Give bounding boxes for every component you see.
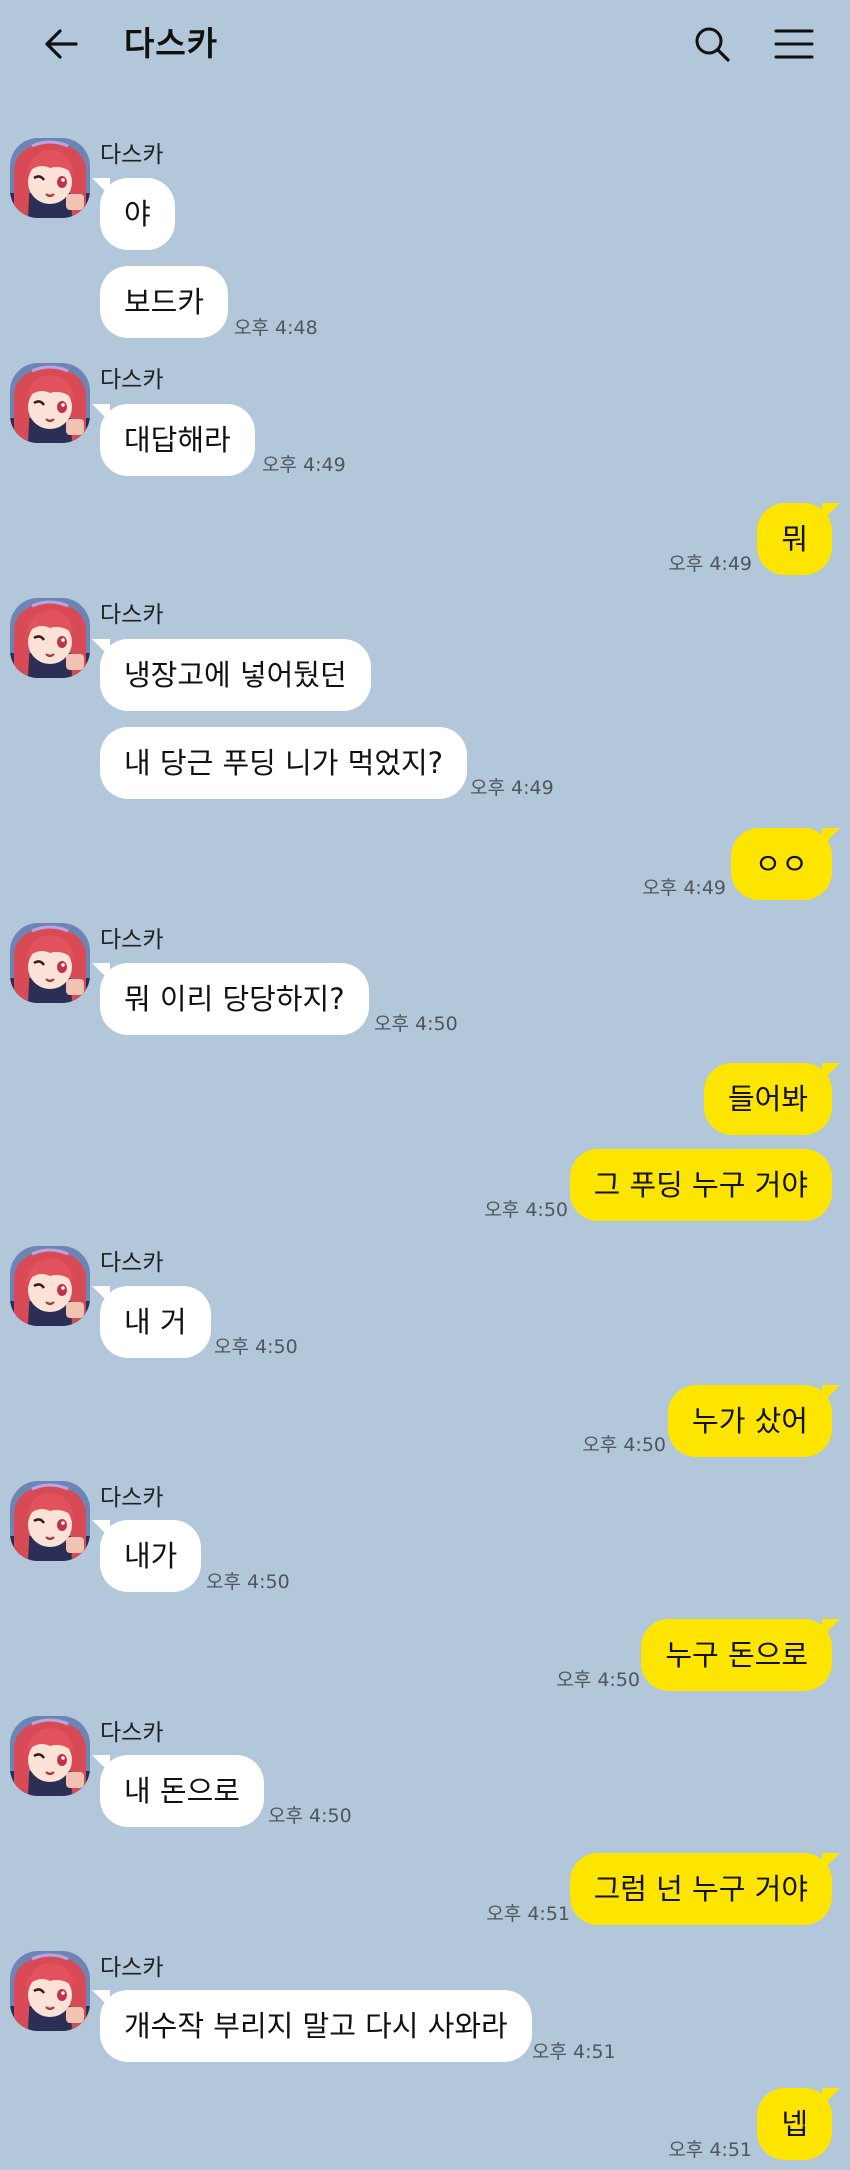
message-time: 오후 4:50 [214,1336,298,1358]
message-time: 오후 4:50 [582,1434,666,1456]
avatar[interactable] [10,1716,90,1796]
message-incoming[interactable]: 내 돈으로 [92,1755,264,1827]
message-incoming[interactable]: 보드카 [100,266,229,338]
sender-name: 다스카 [100,1955,164,1981]
search-icon[interactable] [688,20,736,68]
message-incoming[interactable]: 내 당근 푸딩 니가 먹었지? [100,727,468,799]
message-time: 오후 4:50 [484,1199,568,1221]
back-arrow-icon[interactable] [38,20,86,68]
message-incoming[interactable]: 개수작 부리지 말고 다시 사와라 [92,1990,532,2062]
message-incoming[interactable]: 대답해라 [92,404,255,476]
sender-name: 다스카 [100,142,164,168]
sender-name: 다스카 [100,1250,164,1276]
sender-name: 다스카 [100,367,164,393]
message-time: 오후 4:51 [486,1903,570,1925]
avatar[interactable] [10,1951,90,2031]
avatar[interactable] [10,923,90,1003]
avatar[interactable] [10,1481,90,1561]
message-outgoing[interactable]: 들어봐 [703,1063,841,1135]
message-time: 오후 4:49 [262,454,346,476]
message-outgoing[interactable]: 넵 [757,2088,840,2160]
message-outgoing[interactable]: 누구 돈으로 [641,1619,840,1691]
message-time: 오후 4:51 [532,2041,616,2063]
avatar[interactable] [10,363,90,443]
message-time: 오후 4:50 [206,1571,290,1593]
message-outgoing[interactable]: 그 푸딩 누구 거야 [569,1149,832,1221]
chat-title: 다스카 [124,24,219,63]
avatar[interactable] [10,138,90,218]
message-time: 오후 4:50 [374,1013,458,1035]
message-outgoing[interactable]: ㅇㅇ [730,828,841,900]
message-time: 오후 4:48 [234,317,318,339]
message-outgoing[interactable]: 그럼 넌 누구 거야 [569,1853,841,1925]
chat-header: 다스카 [0,0,850,88]
avatar[interactable] [10,1246,90,1326]
menu-icon[interactable] [770,20,818,68]
message-time: 오후 4:50 [556,1669,640,1691]
message-incoming[interactable]: 내 거 [92,1286,211,1358]
message-time: 오후 4:49 [642,877,726,899]
message-incoming[interactable]: 뭐 이리 당당하지? [92,963,369,1035]
message-time: 오후 4:50 [268,1805,352,1827]
message-time: 오후 4:51 [668,2139,752,2161]
message-time: 오후 4:49 [668,553,752,575]
sender-name: 다스카 [100,927,164,953]
message-time: 오후 4:49 [470,777,554,799]
message-incoming[interactable]: 내가 [91,1520,202,1592]
sender-name: 다스카 [100,1720,164,1746]
message-incoming[interactable]: 냉장고에 넣어뒀던 [92,639,371,711]
sender-name: 다스카 [100,602,164,628]
avatar[interactable] [10,598,90,678]
message-outgoing[interactable]: 뭐 [757,503,840,575]
sender-name: 다스카 [100,1485,164,1511]
message-outgoing[interactable]: 누가 샀어 [668,1385,840,1457]
message-incoming[interactable]: 야 [92,178,175,250]
